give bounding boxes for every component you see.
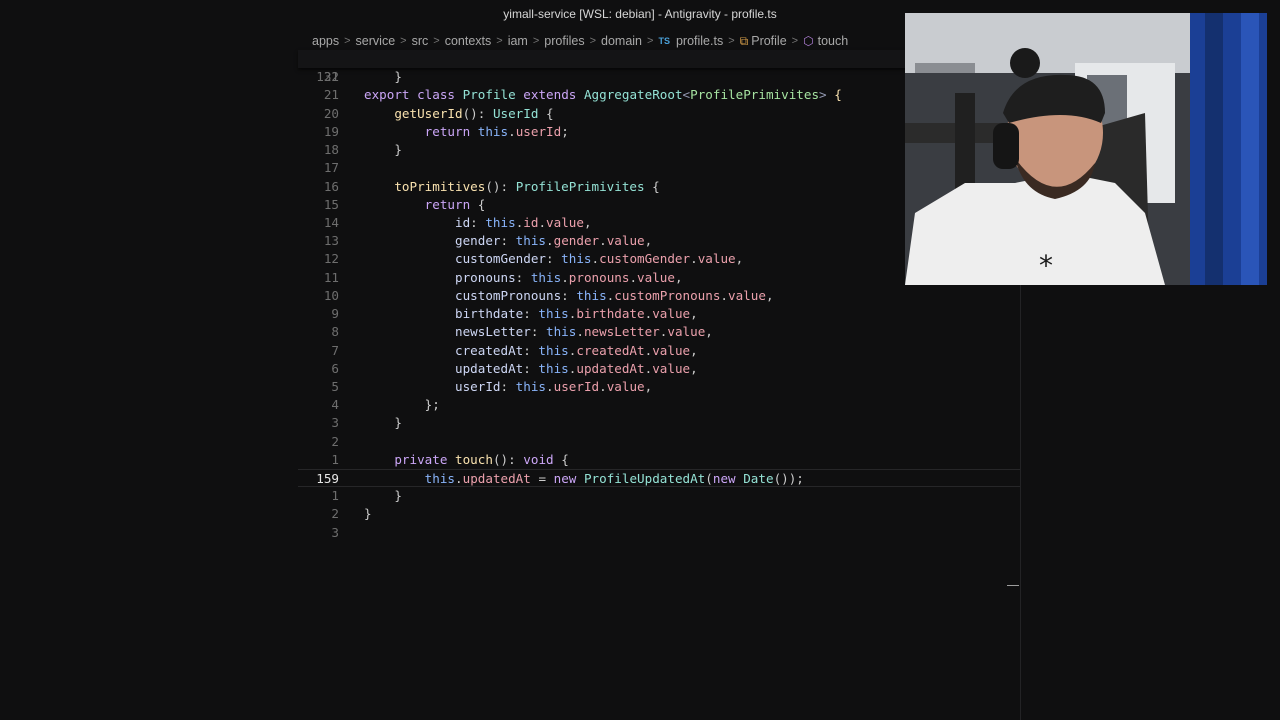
webcam-image: * [905,13,1267,285]
chevron-right-icon: > [400,35,407,47]
code-line-text: customPronouns: this.customPronouns.valu… [455,287,774,303]
code-line-text: this.updatedAt = new ProfileUpdatedAt(ne… [424,471,804,487]
line-number: 3 [331,415,339,431]
line-number: 2 [331,433,339,449]
code-line[interactable]: 8 newsLetter: this.newsLetter.value, [298,323,1020,341]
code-line[interactable]: 9 birthdate: this.birthdate.value, [298,305,1020,323]
line-number: 10 [323,287,339,303]
breadcrumb-item[interactable]: service [356,34,396,48]
typescript-icon: TS [658,36,670,46]
breadcrumb-item[interactable]: profiles [544,34,584,48]
code-line[interactable]: 7 createdAt: this.createdAt.value, [298,342,1020,360]
line-number: 8 [331,324,339,340]
breadcrumb-item[interactable]: domain [601,34,642,48]
breadcrumb-item[interactable]: contexts [445,34,492,48]
svg-text:*: * [1039,249,1053,282]
code-line-text: updatedAt: this.updatedAt.value, [455,360,698,376]
line-number: 21 [323,87,339,103]
breadcrumb-method[interactable]: touch [818,34,849,48]
chevron-right-icon: > [589,35,597,47]
chevron-right-icon: > [728,35,735,47]
class-icon: ⧉ [739,33,749,48]
code-line[interactable]: 5 userId: this.userId.value, [298,378,1020,396]
code-line[interactable]: 10 customPronouns: this.customPronouns.v… [298,287,1020,305]
chevron-right-icon: > [433,35,440,47]
breadcrumb-item[interactable]: iam [508,34,528,48]
code-line-text: } [364,506,372,522]
code-line-text: getUserId(): UserId { [394,105,554,121]
code-line-text: toPrimitives(): ProfilePrimivites { [394,178,660,194]
breadcrumb: apps > service > src > contexts > iam > profi… [312,32,848,50]
breadcrumb-class[interactable]: Profile [751,34,786,48]
chevron-right-icon: > [532,35,540,47]
code-line-text: pronouns: this.pronouns.value, [455,269,683,285]
line-number: 9 [331,306,339,322]
code-line[interactable]: 3 [298,524,1020,542]
line-number: 15 [323,196,339,212]
chevron-right-icon: > [496,35,503,47]
code-line-text: } [364,415,402,431]
code-line[interactable]: 4 }; [298,396,1020,414]
code-line-text: newsLetter: this.newsLetter.value, [455,324,713,340]
line-number: 159 [316,471,339,487]
line-number: 11 [323,269,339,285]
scrollbar-marker [1007,585,1019,586]
code-line-text: userId: this.userId.value, [455,378,653,394]
line-number: 16 [323,178,339,194]
code-line[interactable]: 159 this.updatedAt = new ProfileUpdatedA… [298,469,1020,488]
chevron-right-icon: > [791,35,799,47]
chevron-right-icon: > [344,35,351,47]
line-number: 18 [323,142,339,158]
breadcrumb-item[interactable]: apps [312,34,339,48]
code-line[interactable]: 2 [298,433,1020,451]
code-line-text: return this.userId; [424,123,569,139]
line-number: 5 [331,378,339,394]
code-line-text: createdAt: this.createdAt.value, [455,342,698,358]
code-line-text: customGender: this.customGender.value, [455,251,744,267]
code-line-text: } [364,488,402,504]
code-line-text: return { [424,196,486,212]
code-line[interactable]: 1 private touch(): void { [298,451,1020,469]
code-line-text: gender: this.gender.value, [455,233,653,249]
code-line-text: private touch(): void { [394,451,569,467]
code-line-text: }; [364,397,440,413]
line-number: 17 [323,160,339,176]
code-line[interactable]: 2} [298,505,1020,523]
line-number: 14 [323,214,339,230]
breadcrumb-file[interactable]: profile.ts [676,34,723,48]
code-line[interactable]: 1 } [298,487,1020,505]
line-number: 7 [331,342,339,358]
line-number: 4 [331,397,339,413]
method-icon: ⬡ [803,34,814,48]
code-line-text: birthdate: this.birthdate.value, [455,306,698,322]
line-number: 2 [331,506,339,522]
line-number: 22 [323,69,339,85]
code-line[interactable]: 6 updatedAt: this.updatedAt.value, [298,360,1020,378]
left-panel [0,30,299,720]
line-number: 19 [323,123,339,139]
line-number: 3 [331,524,339,540]
code-line-text: } [364,69,402,85]
line-number: 6 [331,360,339,376]
webcam-overlay: * [905,13,1267,285]
code-line-text: } [364,142,402,158]
chevron-right-icon: > [647,35,654,47]
line-number: 13 [323,233,339,249]
line-number: 12 [323,251,339,267]
code-line[interactable]: 3 } [298,414,1020,432]
line-number: 1 [331,488,339,504]
breadcrumb-item[interactable]: src [412,34,429,48]
line-number: 20 [323,105,339,121]
line-number: 1 [331,451,339,467]
code-line-text: id: this.id.value, [455,214,592,230]
